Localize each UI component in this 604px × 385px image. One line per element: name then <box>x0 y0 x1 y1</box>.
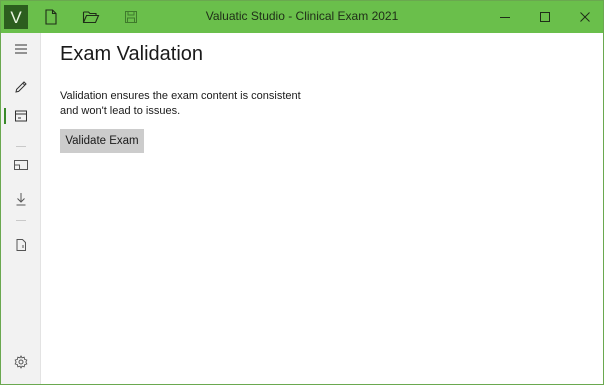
open-folder-button[interactable] <box>81 7 101 27</box>
sidebar-nav <box>1 33 41 384</box>
main-content: Exam Validation Validation ensures the e… <box>42 33 602 383</box>
minimize-icon <box>500 17 510 18</box>
validate-icon <box>15 110 27 122</box>
sidebar-item-download[interactable] <box>1 185 41 213</box>
sidebar-item-validate[interactable] <box>1 102 41 130</box>
sidebar-item-edit[interactable] <box>1 73 41 101</box>
download-icon <box>16 193 26 206</box>
sidebar-menu-toggle[interactable] <box>1 35 41 63</box>
preview-icon <box>14 160 28 170</box>
title-bar: V Valuatic Studio - Clinical Exam 2021 <box>1 1 603 33</box>
new-file-icon <box>45 9 57 25</box>
close-icon <box>580 12 590 22</box>
open-folder-icon <box>82 11 100 24</box>
sidebar-item-settings[interactable] <box>1 348 41 376</box>
sidebar-divider <box>16 220 26 221</box>
sidebar-item-preview[interactable] <box>1 151 41 179</box>
maximize-icon <box>540 12 550 22</box>
maximize-button[interactable] <box>525 1 565 33</box>
sidebar-divider <box>16 146 26 147</box>
sidebar-item-export[interactable] <box>1 231 41 259</box>
hamburger-menu-icon <box>15 44 27 54</box>
app-logo: V <box>4 5 28 29</box>
validate-exam-button[interactable]: Validate Exam <box>60 129 144 153</box>
description-line-1: Validation ensures the exam content is c… <box>60 90 301 102</box>
validation-description: Validation ensures the exam content is c… <box>60 89 320 119</box>
save-icon <box>125 11 137 23</box>
save-button[interactable] <box>121 7 141 27</box>
description-line-2: and won't lead to issues. <box>60 105 181 117</box>
settings-icon <box>14 355 28 369</box>
app-window: V Valuatic Studio - Clinical Exam 2021 E… <box>0 0 604 385</box>
page-title: Exam Validation <box>60 43 204 65</box>
minimize-button[interactable] <box>485 1 525 33</box>
new-file-button[interactable] <box>41 7 61 27</box>
app-logo-letter: V <box>10 7 22 27</box>
close-button[interactable] <box>565 1 604 33</box>
export-icon <box>16 239 26 251</box>
pencil-icon <box>15 81 27 93</box>
